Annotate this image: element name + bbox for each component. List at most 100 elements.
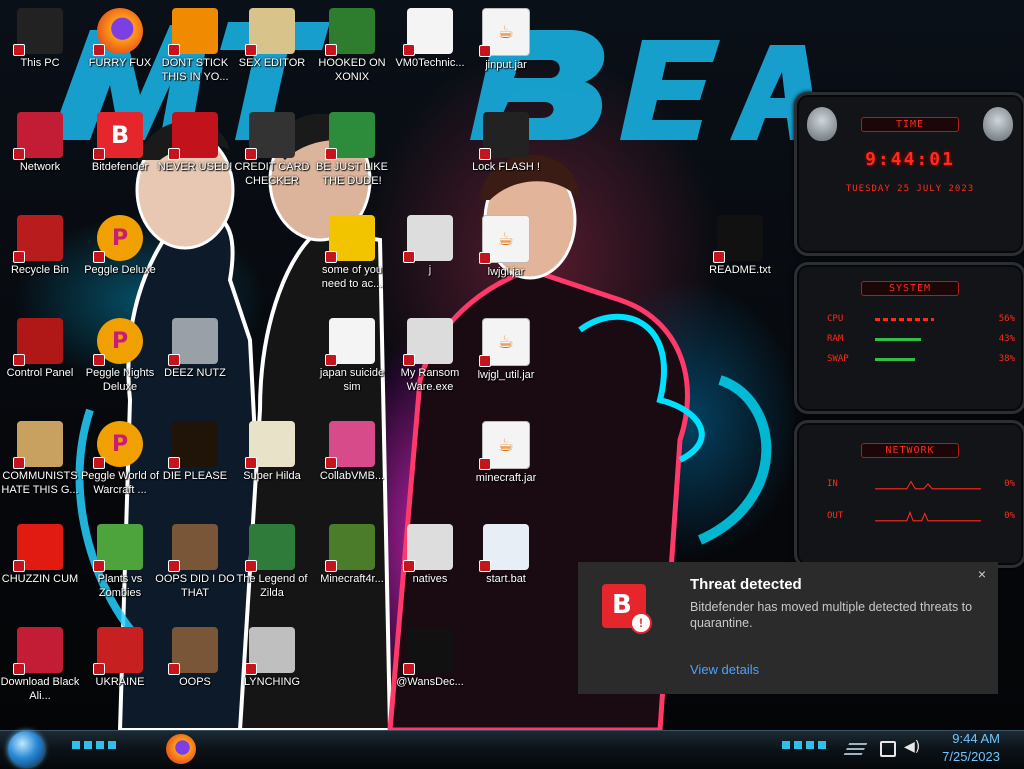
desktop-icon[interactable]: @WansDec... bbox=[390, 625, 470, 689]
desktop-icon[interactable]: Super Hilda bbox=[232, 419, 312, 483]
shortcut-badge-icon bbox=[245, 560, 257, 572]
desktop-icon[interactable]: Lock FLASH ! bbox=[466, 110, 546, 174]
shortcut-badge-icon bbox=[93, 354, 105, 366]
desktop-icon[interactable]: CREDIT CARD CHECKER bbox=[232, 110, 312, 188]
bitdefender-icon: B bbox=[93, 112, 143, 160]
peggle-icon: P bbox=[93, 318, 143, 366]
desktop-icon[interactable]: BE JUST LIKE THE DUDE! bbox=[312, 110, 392, 188]
peggle-icon: P bbox=[93, 215, 143, 263]
desktop-icon-label: The Legend of Zilda bbox=[236, 573, 308, 599]
desktop-icon[interactable]: ☕ lwjgl_util.jar bbox=[466, 316, 546, 382]
desktop-icon[interactable]: CHUZZIN CUM bbox=[0, 522, 80, 586]
system-row-percent: 56% bbox=[998, 314, 1015, 324]
desktop-icon-label: Plants vs Zombies bbox=[97, 573, 143, 599]
desktop-icon[interactable]: The Legend of Zilda bbox=[232, 522, 312, 600]
radiation-icon bbox=[93, 627, 143, 675]
system-row-percent: 43% bbox=[998, 334, 1015, 344]
desktop-icon[interactable]: ☕ minecraft.jar bbox=[466, 419, 546, 485]
system-row-swap: SWAP 38% bbox=[797, 354, 1023, 364]
desktop-icon[interactable]: Plants vs Zombies bbox=[80, 522, 160, 600]
desktop-icon[interactable]: P Peggle Nights Deluxe bbox=[80, 316, 160, 394]
monitor-icon bbox=[325, 421, 375, 469]
desktop-icon[interactable]: Download Black Ali... bbox=[0, 625, 80, 703]
desktop-icon[interactable]: DIE PLEASE bbox=[155, 419, 235, 483]
desktop-icon[interactable]: Recycle Bin bbox=[0, 213, 80, 277]
desktop-icon-label: Network bbox=[19, 161, 61, 173]
vlc-cone-icon bbox=[168, 8, 218, 56]
network-tray-icon[interactable] bbox=[880, 741, 896, 757]
network-row-out: OUT 0% bbox=[797, 510, 1023, 522]
desktop-icon[interactable]: natives bbox=[390, 522, 470, 586]
desktop-icon[interactable]: README.txt bbox=[700, 213, 780, 277]
desktop-icon[interactable]: start.bat bbox=[466, 522, 546, 586]
desktop-icon[interactable]: CollabVMB... bbox=[312, 419, 392, 483]
desktop-icon-label: OOPS bbox=[179, 676, 211, 688]
desktop-icon[interactable]: HOOKED ON XONIX bbox=[312, 6, 392, 84]
desktop-icon[interactable]: OOPS bbox=[155, 625, 235, 689]
firefox-taskbar-icon[interactable] bbox=[166, 734, 196, 764]
folder-stack-icon bbox=[168, 318, 218, 366]
taskbar-clock-date[interactable]: 7/25/2023 bbox=[942, 749, 1000, 764]
desktop-icon-label: Recycle Bin bbox=[10, 264, 70, 276]
desktop[interactable]: This PC FURRY FUX DONT STICK THIS IN YO...… bbox=[0, 0, 1024, 730]
plant-icon bbox=[93, 524, 143, 572]
desktop-icon[interactable]: This PC bbox=[0, 6, 80, 70]
volume-icon[interactable]: ◀) bbox=[904, 739, 920, 755]
network-row-in: IN 0% bbox=[797, 478, 1023, 490]
xonix-game-icon bbox=[325, 8, 375, 56]
network-out-graph bbox=[875, 510, 981, 522]
desktop-icon[interactable]: japan suicide sim bbox=[312, 316, 392, 394]
zilda-icon bbox=[245, 524, 295, 572]
shortcut-badge-icon bbox=[168, 354, 180, 366]
shortcut-badge-icon bbox=[713, 251, 725, 263]
show-hidden-icons-icon[interactable] bbox=[842, 743, 868, 757]
desktop-icon[interactable]: COMMUNISTS HATE THIS G... bbox=[0, 419, 80, 497]
shortcut-badge-icon bbox=[325, 354, 337, 366]
desktop-icon[interactable]: Network bbox=[0, 110, 80, 174]
desktop-icon[interactable]: SEX EDITOR bbox=[232, 6, 312, 70]
shortcut-badge-icon bbox=[13, 560, 25, 572]
file-icon bbox=[403, 524, 453, 572]
desktop-icon-label: NEVER USED! bbox=[157, 161, 233, 173]
desktop-icon[interactable]: NEVER USED! bbox=[155, 110, 235, 174]
shortcut-badge-icon bbox=[403, 354, 415, 366]
document-icon bbox=[325, 318, 375, 366]
desktop-icon[interactable]: P Peggle Deluxe bbox=[80, 213, 160, 277]
desktop-icon-label: @WansDec... bbox=[396, 676, 464, 688]
alien-head-icon bbox=[807, 107, 837, 141]
desktop-icon[interactable]: Minecraft4r... bbox=[312, 522, 392, 586]
desktop-icon-label: some of you need to ac... bbox=[321, 264, 383, 290]
desktop-icon[interactable]: ☕ jinput.jar bbox=[466, 6, 546, 72]
view-details-link[interactable]: View details bbox=[690, 662, 759, 677]
desktop-icon[interactable]: Control Panel bbox=[0, 316, 80, 380]
desktop-icon-label: CREDIT CARD CHECKER bbox=[234, 161, 310, 187]
desktop-icon[interactable]: OOPS DID I DO THAT bbox=[155, 522, 235, 600]
close-icon[interactable]: × bbox=[978, 566, 986, 582]
network-icon bbox=[13, 112, 63, 160]
desktop-icon[interactable]: P Peggle World of Warcraft ... bbox=[80, 419, 160, 497]
desktop-icon[interactable]: ☕ lwjgl.jar bbox=[466, 213, 546, 279]
shortcut-badge-icon bbox=[479, 252, 491, 264]
desktop-icon[interactable]: j bbox=[390, 213, 470, 277]
desktop-icon[interactable]: My Ransom Ware.exe bbox=[390, 316, 470, 394]
desktop-icon[interactable]: B Bitdefender bbox=[80, 110, 160, 174]
desktop-icon-label: Super Hilda bbox=[243, 470, 301, 482]
threat-notification[interactable]: B ! Threat detected Bitdefender has move… bbox=[578, 562, 998, 694]
desktop-icon[interactable]: DONT STICK THIS IN YO... bbox=[155, 6, 235, 84]
desktop-icon[interactable]: UKRAINE bbox=[80, 625, 160, 689]
usage-bar bbox=[875, 315, 981, 323]
desktop-icon-label: DIE PLEASE bbox=[162, 470, 228, 482]
desktop-icon[interactable]: FURRY FUX bbox=[80, 6, 160, 70]
desktop-icon[interactable]: LYNCHING bbox=[232, 625, 312, 689]
desktop-icon[interactable]: DEEZ NUTZ bbox=[155, 316, 235, 380]
desktop-icon[interactable]: VM0Technic... bbox=[390, 6, 470, 70]
shortcut-badge-icon bbox=[245, 148, 257, 160]
desktop-icon-label: minecraft.jar bbox=[475, 472, 537, 484]
desktop-icon[interactable]: some of you need to ac... bbox=[312, 213, 392, 291]
network-out-label: OUT bbox=[827, 511, 844, 521]
batch-gear-icon bbox=[479, 524, 529, 572]
desktop-icon-label: lwjgl.jar bbox=[487, 266, 525, 278]
shortcut-badge-icon bbox=[403, 560, 415, 572]
taskbar-clock-time[interactable]: 9:44 AM bbox=[952, 731, 1000, 746]
start-orb-button[interactable] bbox=[8, 731, 44, 767]
